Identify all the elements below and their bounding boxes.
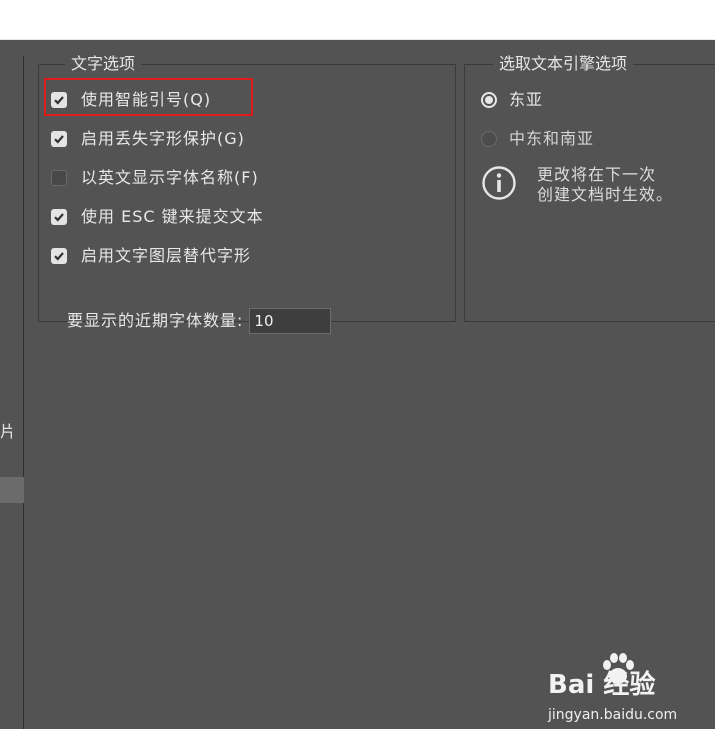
left-nav-panel: 片 (0, 56, 24, 729)
nav-item-partial-label[interactable]: 片 (0, 422, 12, 442)
restart-notice: 更改将在下一次 创建文档时生效。 (481, 165, 673, 205)
text-engine-options-group: 选取文本引擎选项 东亚 中东和南亚 更改将在下一次 创建文档时生效。 (464, 54, 715, 322)
info-icon (482, 166, 516, 200)
middle-east-south-asia-radio[interactable] (481, 131, 497, 147)
middle-east-south-asia-option[interactable]: 中东和南亚 (481, 127, 594, 151)
alternate-glyphs-checkbox[interactable] (51, 248, 67, 264)
checkmark-icon (54, 252, 64, 261)
east-asian-radio[interactable] (481, 92, 497, 108)
top-white-bar (0, 0, 715, 40)
watermark-url: jingyan.baidu.com (548, 707, 678, 723)
english-font-names-option[interactable]: 以英文显示字体名称(F) (51, 166, 259, 190)
english-font-names-checkbox[interactable] (51, 170, 67, 186)
missing-glyph-protection-option[interactable]: 启用丢失字形保护(G) (51, 127, 245, 151)
info-line-1: 更改将在下一次 (537, 165, 657, 184)
alternate-glyphs-option[interactable]: 启用文字图层替代字形 (51, 244, 251, 268)
east-asian-option[interactable]: 东亚 (481, 88, 543, 112)
missing-glyph-protection-label: 启用丢失字形保护(G) (81, 129, 245, 148)
watermark-main-text: Bai 经验 (548, 670, 656, 700)
alternate-glyphs-label: 启用文字图层替代字形 (81, 246, 252, 265)
middle-east-south-asia-label: 中东和南亚 (509, 129, 595, 148)
checkmark-icon (54, 135, 64, 144)
red-highlight-frame (44, 78, 253, 116)
recent-fonts-input[interactable] (249, 308, 332, 334)
esc-commit-text-checkbox[interactable] (51, 209, 67, 225)
recent-fonts-row: 要显示的近期字体数量: (67, 307, 332, 335)
english-font-names-label: 以英文显示字体名称(F) (81, 168, 259, 187)
esc-commit-text-label: 使用 ESC 键来提交文本 (81, 207, 264, 226)
recent-fonts-label: 要显示的近期字体数量: (67, 311, 244, 330)
preferences-dialog: 片 文字选项 使用智能引号(Q) 启用丢失字形保护(G) 以英文显示字体名称(F… (0, 40, 715, 729)
east-asian-label: 东亚 (509, 90, 544, 109)
esc-commit-text-option[interactable]: 使用 ESC 键来提交文本 (51, 205, 264, 229)
info-line-2: 创建文档时生效。 (537, 185, 674, 204)
checkmark-icon (54, 213, 64, 222)
missing-glyph-protection-checkbox[interactable] (51, 131, 67, 147)
text-engine-options-title: 选取文本引擎选项 (493, 54, 634, 74)
text-options-title: 文字选项 (65, 54, 142, 74)
baidu-watermark: Bai 经验 jingyan.baidu.com (540, 650, 690, 730)
nav-item-selected[interactable] (0, 477, 24, 503)
